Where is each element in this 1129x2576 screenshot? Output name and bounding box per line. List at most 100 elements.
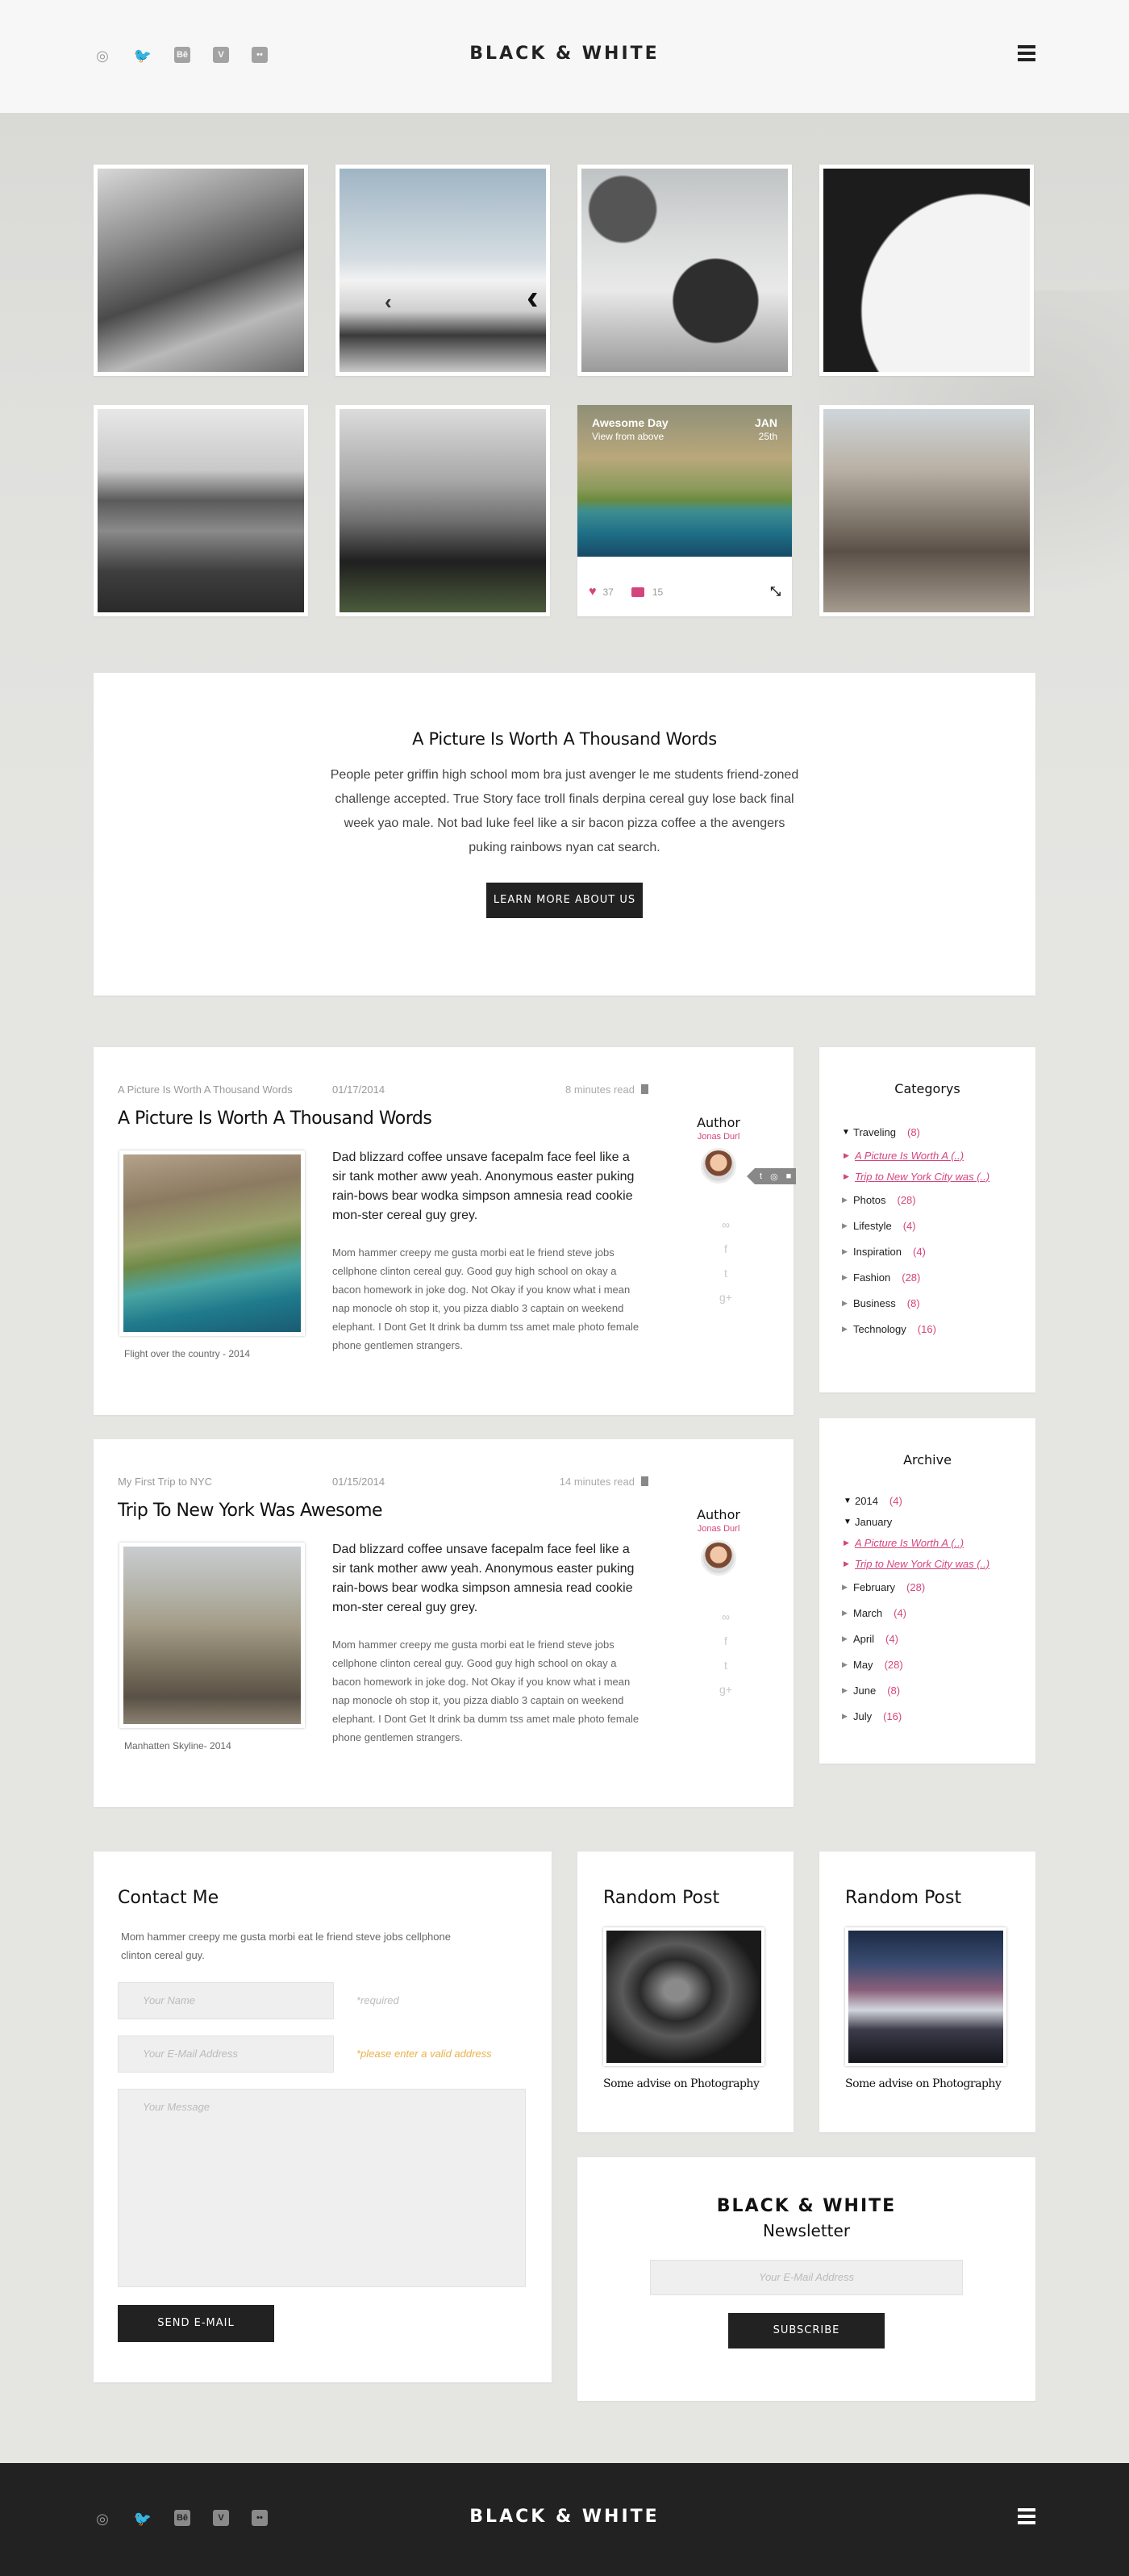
category-item[interactable]: ▶ Photos (28) (842, 1187, 1035, 1213)
googleplus-icon[interactable]: g+ (719, 1683, 733, 1696)
author-label: Author (697, 1115, 740, 1130)
category-item[interactable]: ▶ Lifestyle (4) (842, 1213, 1035, 1238)
facebook-icon[interactable]: f (719, 1242, 733, 1255)
random-post-caption[interactable]: Some advise on Photography (603, 2077, 760, 2090)
mountains-photo (98, 409, 304, 612)
site-logo[interactable]: BLACK & WHITE (0, 44, 1129, 64)
email-input[interactable]: Your E-Mail Address (118, 2035, 334, 2073)
post-category[interactable]: A Picture Is Worth A Thousand Words (118, 1083, 293, 1096)
chevron-left-icon[interactable]: ‹ (385, 290, 392, 315)
featured-gallery-tile[interactable]: Awesome Day View from above JAN 25th ♥ 3… (577, 405, 792, 616)
post-image[interactable] (119, 1150, 305, 1336)
gallery-tile[interactable] (94, 405, 308, 616)
archive-year[interactable]: ▼ 2014 (4) (842, 1490, 1035, 1511)
about-title: A Picture Is Worth A Thousand Words (412, 729, 717, 749)
post-image[interactable] (119, 1543, 305, 1728)
category-item[interactable]: ▶ Technology (16) (842, 1316, 1035, 1342)
aerial-coast-photo: Awesome Day View from above JAN 25th (577, 405, 792, 557)
subscribe-button[interactable]: SUBSCRIBE (728, 2313, 885, 2348)
bookmark-icon[interactable] (641, 1084, 648, 1094)
post-author: Author Jonas Durl (690, 1507, 747, 1576)
post-category[interactable]: My First Trip to NYC (118, 1476, 212, 1488)
gallery-tile[interactable] (94, 165, 308, 376)
googleplus-icon[interactable]: g+ (719, 1291, 733, 1304)
twitter-icon[interactable]: t (719, 1267, 733, 1280)
send-email-button[interactable]: SEND E-MAIL (118, 2305, 274, 2342)
facebook-icon[interactable]: f (719, 1635, 733, 1647)
caret-down-icon: ▼ (842, 1127, 850, 1137)
newsletter-email-input[interactable]: Your E-Mail Address (650, 2260, 963, 2295)
archive-post-link[interactable]: ▶ Trip to New York City was (..) (842, 1553, 1035, 1574)
post-body: Mom hammer creepy me gusta morbi eat le … (332, 1246, 639, 1351)
railroad-photo (823, 409, 1030, 612)
name-input[interactable]: Your Name (118, 1982, 334, 2019)
contact-form: Contact Me Mom hammer creepy me gusta mo… (94, 1852, 552, 2382)
footer-logo[interactable]: BLACK & WHITE (0, 2507, 1129, 2527)
category-item[interactable]: ▶ Business (8) (842, 1290, 1035, 1316)
heart-icon[interactable]: ♥ (589, 585, 597, 599)
author-name[interactable]: Jonas Durl (690, 1524, 747, 1534)
hamburger-menu-icon[interactable] (1018, 2508, 1035, 2526)
gallery-tile[interactable] (819, 165, 1034, 376)
ocean-rocks-photo (581, 169, 788, 372)
archive-post-link[interactable]: ▶ A Picture Is Worth A (..) (842, 1532, 1035, 1553)
feature-day: 25th (758, 431, 777, 442)
link-icon[interactable]: ∞ (719, 1218, 733, 1231)
archive-month[interactable]: ▼ January (842, 1511, 1035, 1532)
category-item[interactable]: ▶ Inspiration (4) (842, 1238, 1035, 1264)
author-label: Author (697, 1507, 740, 1522)
archive-month[interactable]: ▶ April (4) (842, 1626, 1035, 1651)
link-icon[interactable]: ∞ (719, 1610, 733, 1623)
caret-down-icon: ▼ (844, 1517, 852, 1526)
like-count: 37 (602, 587, 614, 598)
archive-month[interactable]: ▶ May (28) (842, 1651, 1035, 1677)
archive-month[interactable]: ▶ March (4) (842, 1600, 1035, 1626)
author-avatar[interactable] (701, 1540, 736, 1576)
comment-icon[interactable] (631, 587, 644, 597)
twitter-icon[interactable]: t (760, 1171, 762, 1181)
category-item[interactable]: ▼ Traveling (8) (842, 1119, 1035, 1145)
gallery-tile[interactable] (577, 165, 792, 376)
category-post-link[interactable]: ▶ Trip to New York City was (..) (842, 1166, 1035, 1187)
caret-right-icon: ▶ (842, 1711, 848, 1720)
gallery-tile[interactable] (335, 405, 550, 616)
newsletter-widget: BLACK & WHITE Newsletter Your E-Mail Add… (577, 2157, 1035, 2401)
twitter-icon[interactable]: t (719, 1659, 733, 1672)
boulders-photo (340, 409, 546, 612)
blog-post: My First Trip to NYC 01/15/2014 14 minut… (94, 1439, 794, 1807)
dribbble-icon[interactable]: ◎ (770, 1171, 778, 1182)
category-post-link[interactable]: ▶ A Picture Is Worth A (..) (842, 1145, 1035, 1166)
newsletter-brand: BLACK & WHITE (716, 2196, 897, 2216)
contact-description: Mom hammer creepy me gusta morbi eat le … (121, 1931, 451, 1961)
behance-icon[interactable]: ■ (786, 1171, 792, 1181)
author-name[interactable]: Jonas Durl (690, 1132, 747, 1142)
learn-more-button[interactable]: LEARN MORE ABOUT US (486, 883, 643, 918)
random-post-image[interactable] (603, 1927, 764, 2066)
message-textarea[interactable]: Your Message (118, 2089, 526, 2287)
random-post-widget: Random Post Some advise on Photography (819, 1852, 1035, 2132)
post-title[interactable]: A Picture Is Worth A Thousand Words (118, 1108, 432, 1129)
caret-right-icon: ▶ (842, 1246, 848, 1255)
random-post-caption[interactable]: Some advise on Photography (845, 2077, 1002, 2090)
hamburger-menu-icon[interactable] (1018, 45, 1035, 63)
archive-month[interactable]: ▶ February (28) (842, 1574, 1035, 1600)
author-avatar[interactable] (701, 1148, 736, 1184)
archive-month[interactable]: ▶ June (8) (842, 1677, 1035, 1703)
clock-photo (823, 169, 1030, 372)
bookmark-icon[interactable] (641, 1476, 648, 1486)
email-error: *please enter a valid address (356, 2048, 492, 2060)
random-post-image[interactable] (845, 1927, 1006, 2066)
site-footer: ◎ 🐦 Bē V •• BLACK & WHITE (0, 2463, 1129, 2576)
caret-down-icon: ▼ (844, 1496, 852, 1505)
caret-right-icon: ▶ (844, 1538, 849, 1547)
gallery-tile[interactable] (819, 405, 1034, 616)
post-title[interactable]: Trip To New York Was Awesome (118, 1501, 383, 1521)
archive-month[interactable]: ▶ July (16) (842, 1703, 1035, 1729)
expand-icon[interactable]: ⤡ (770, 585, 781, 599)
gallery-tile[interactable]: ‹ ‹ (335, 165, 550, 376)
contact-title: Contact Me (118, 1888, 219, 1908)
category-item[interactable]: ▶ Fashion (28) (842, 1264, 1035, 1290)
chevron-left-icon[interactable]: ‹ (527, 278, 539, 318)
feature-meta: ♥ 37 15 ⤡ (589, 584, 781, 600)
post-readtime: 14 minutes read (560, 1476, 648, 1488)
